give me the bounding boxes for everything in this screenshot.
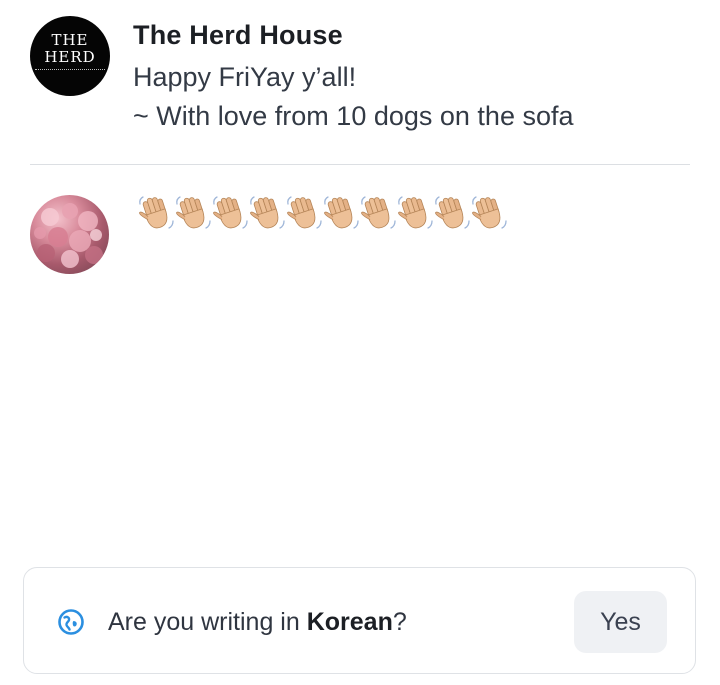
the-herd-logo-avatar[interactable]: THE HERD	[30, 16, 110, 96]
post-author-name[interactable]: The Herd House	[133, 20, 343, 51]
post-text-line: Happy FriYay y’all!	[133, 62, 357, 92]
post-text-line: ~ With love from 10 dogs on the sofa	[133, 101, 574, 131]
original-post: THE HERD The Herd House Happy FriYay y’a…	[30, 16, 690, 136]
waving-hand-emoji	[139, 196, 174, 229]
language-prompt-prefix: Are you writing in	[108, 608, 307, 636]
waving-hand-emoji	[361, 196, 396, 229]
language-prompt-text: Are you writing in Korean?	[108, 608, 407, 637]
waving-hand-emoji	[287, 196, 322, 229]
reply-avatar[interactable]	[30, 195, 109, 274]
waving-hands-emoji-row	[138, 195, 507, 235]
waving-hand-emoji	[250, 196, 285, 229]
divider	[30, 164, 690, 165]
waving-hand-emoji	[324, 196, 359, 229]
logo-tagline-decoration	[35, 69, 105, 73]
waving-hand-emoji	[435, 196, 470, 229]
logo-text-line2: HERD	[44, 48, 96, 66]
waving-hand-emoji	[176, 196, 211, 229]
globe-translate-icon	[58, 609, 84, 635]
logo-text-line1: THE	[51, 31, 89, 49]
waving-hand-emoji	[472, 196, 507, 229]
waving-hand-emoji	[213, 196, 248, 229]
language-suggestion-card: Are you writing in Korean? Yes	[23, 567, 696, 674]
yes-button[interactable]: Yes	[574, 591, 667, 653]
flower-photo-icon	[34, 203, 103, 268]
waving-hand-emoji	[398, 196, 433, 229]
detected-language: Korean	[306, 608, 393, 636]
language-prompt-suffix: ?	[392, 608, 407, 636]
